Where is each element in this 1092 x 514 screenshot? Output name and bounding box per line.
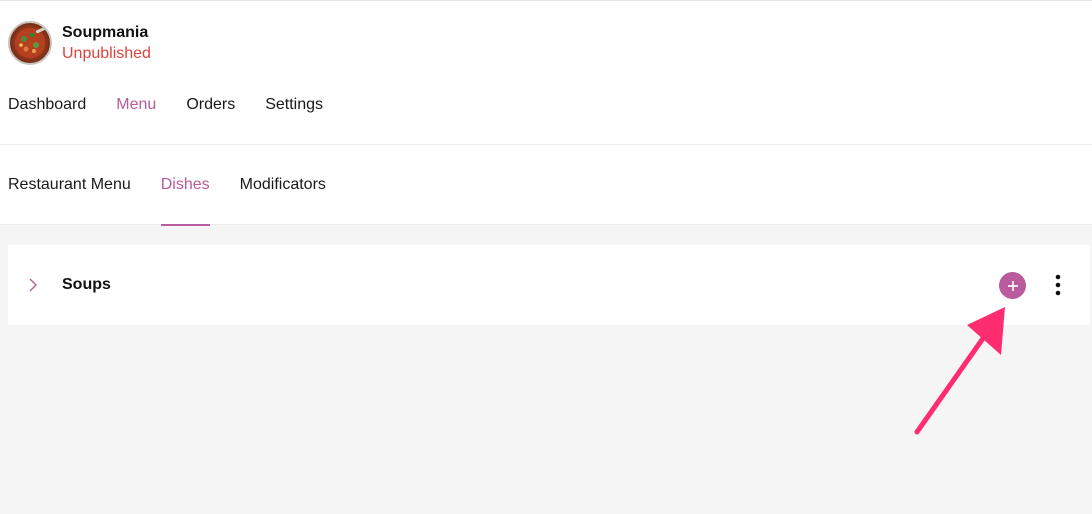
tab-settings[interactable]: Settings	[265, 84, 323, 146]
tab-dashboard[interactable]: Dashboard	[8, 84, 86, 146]
sub-nav: Restaurant Menu Dishes Modificators	[0, 145, 1092, 226]
plus-icon	[1007, 280, 1018, 291]
more-options-button[interactable]	[1048, 271, 1068, 299]
restaurant-avatar	[8, 21, 52, 65]
tab-menu[interactable]: Menu	[116, 84, 157, 147]
restaurant-name: Soupmania	[62, 23, 149, 41]
soup-bowl-icon	[15, 25, 49, 58]
brand-text: Soupmania Unpublished	[62, 23, 151, 64]
annotation-arrow-icon	[914, 307, 1005, 435]
more-vertical-icon	[1055, 274, 1061, 296]
publish-status: Unpublished	[62, 44, 151, 62]
sub-nav-tabs: Restaurant Menu Dishes Modificators	[8, 145, 356, 226]
subtab-modificators[interactable]: Modificators	[240, 145, 326, 225]
app-header: Soupmania Unpublished Dashboard Menu Ord…	[0, 0, 1092, 147]
main-nav: Dashboard Menu Orders Settings	[8, 84, 353, 147]
subtab-restaurant-menu[interactable]: Restaurant Menu	[8, 145, 131, 225]
category-name: Soups	[62, 276, 111, 293]
chevron-right-icon[interactable]	[28, 276, 42, 294]
restaurant-brand: Soupmania Unpublished	[8, 21, 151, 65]
subtab-dishes[interactable]: Dishes	[160, 145, 210, 226]
tab-orders[interactable]: Orders	[186, 84, 235, 146]
